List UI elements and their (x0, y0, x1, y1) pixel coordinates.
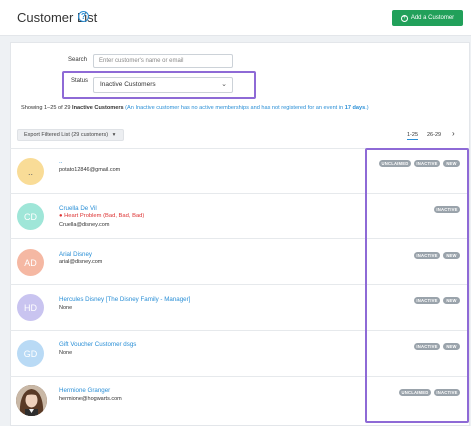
customer-name-link[interactable]: Arial Disney (59, 251, 92, 258)
results-summary: Showing 1–25 of 29 Inactive Customers (A… (21, 105, 369, 111)
profile-photo (16, 385, 47, 416)
top-bar: Customer List ? + Add a Customer (0, 0, 471, 36)
search-label: Search (68, 57, 88, 63)
status-label: Status (71, 78, 89, 84)
medical-condition: ● Heart Problem (Bad, Bad, Bad) (59, 213, 145, 219)
page-link-1[interactable]: 1-25 (407, 132, 419, 140)
avatar[interactable]: CD (17, 203, 44, 230)
customer-email: None (59, 350, 73, 356)
customer-name-link[interactable]: Cruella De Vil (59, 205, 97, 212)
summary-days: 17 days (344, 105, 366, 111)
caret-down-icon: ▾ (112, 132, 116, 138)
summary-prefix: Showing 1–25 of 29 (21, 105, 73, 111)
customer-name-link[interactable]: .. (59, 158, 62, 165)
customer-email: None (59, 305, 73, 311)
customer-name-link[interactable]: Gift Voucher Customer dsgs (59, 341, 136, 348)
summary-status: Inactive Customers (72, 105, 124, 111)
status-select[interactable]: Inactive Customers ⌄ (93, 77, 233, 93)
add-customer-label: Add a Customer (410, 15, 455, 21)
customer-name-link[interactable]: Hermione Granger (59, 387, 110, 394)
chevron-right-icon[interactable]: › (452, 129, 455, 138)
customer-name-link[interactable]: Hercules Disney [The Disney Family - Man… (59, 296, 190, 303)
avatar[interactable]: HD (17, 294, 44, 321)
summary-note-end: .) (365, 105, 369, 111)
export-label: Export Filtered List (29 customers) (24, 132, 109, 138)
avatar[interactable]: GD (17, 340, 44, 367)
avatar[interactable]: .. (17, 158, 44, 185)
summary-note: (An Inactive customer has no active memb… (123, 105, 345, 111)
add-customer-button[interactable]: + Add a Customer (392, 10, 463, 26)
plus-circle-icon: + (400, 14, 408, 22)
export-filtered-list-button[interactable]: Export Filtered List (29 customers) ▾ (17, 129, 124, 141)
customer-email: Cruella@disney.com (59, 222, 110, 228)
avatar[interactable] (16, 385, 47, 416)
search-input[interactable]: Enter customer's name or email (93, 54, 233, 68)
question-circle-icon[interactable]: ? (78, 11, 89, 22)
customer-email: arial@disney.com (59, 259, 103, 265)
status-select-value: Inactive Customers (100, 81, 156, 88)
badges-highlight-box (365, 148, 469, 423)
page-link-2[interactable]: 26-29 (427, 132, 441, 138)
customer-email: potato12846@gmail.com (59, 167, 121, 173)
customer-email: hermione@hogwarts.com (59, 396, 122, 402)
avatar[interactable]: AD (17, 249, 44, 276)
chevron-down-icon: ⌄ (221, 81, 227, 88)
